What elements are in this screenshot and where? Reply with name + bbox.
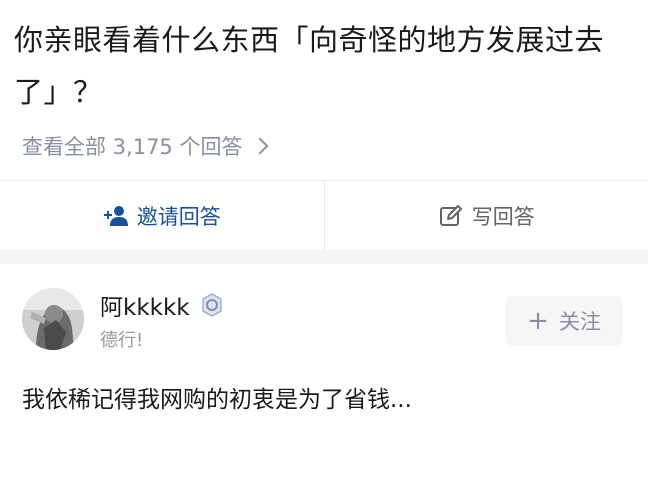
add-person-icon bbox=[103, 203, 129, 229]
follow-label: 关注 bbox=[558, 310, 601, 334]
follow-button[interactable]: + 关注 bbox=[505, 296, 623, 346]
question-title[interactable]: 你亲眼看着什么东西「向奇怪的地方发展过去了」？ bbox=[14, 14, 624, 118]
invite-answer-label: 邀请回答 bbox=[136, 205, 221, 229]
view-all-answers-link[interactable]: 查看全部 3,175 个回答 bbox=[22, 130, 269, 162]
zhihu-question-page: 你亲眼看着什么东西「向奇怪的地方发展过去了」？ 查看全部 3,175 个回答 邀… bbox=[0, 0, 648, 486]
question-action-bar: 邀请回答 写回答 bbox=[0, 180, 648, 251]
write-answer-button[interactable]: 写回答 bbox=[325, 181, 648, 251]
invite-answer-button[interactable]: 邀请回答 bbox=[0, 181, 324, 251]
author-name-group: 阿kkkkk bbox=[100, 288, 224, 322]
chevron-right-icon bbox=[251, 137, 269, 155]
view-all-label: 查看全部 3,175 个回答 bbox=[22, 135, 243, 159]
answer-author-row: 阿kkkkk 德行! + 关注 bbox=[0, 282, 648, 360]
verified-badge-icon bbox=[200, 293, 224, 317]
plus-icon: + bbox=[527, 306, 549, 336]
section-separator bbox=[0, 250, 648, 264]
author-bio: 德行! bbox=[100, 330, 144, 351]
answer-excerpt[interactable]: 我依稀记得我网购的初衷是为了省钱... bbox=[22, 380, 622, 420]
write-answer-label: 写回答 bbox=[471, 205, 535, 229]
edit-icon bbox=[438, 203, 464, 229]
author-avatar[interactable] bbox=[22, 288, 84, 350]
author-name[interactable]: 阿kkkkk bbox=[100, 288, 190, 322]
